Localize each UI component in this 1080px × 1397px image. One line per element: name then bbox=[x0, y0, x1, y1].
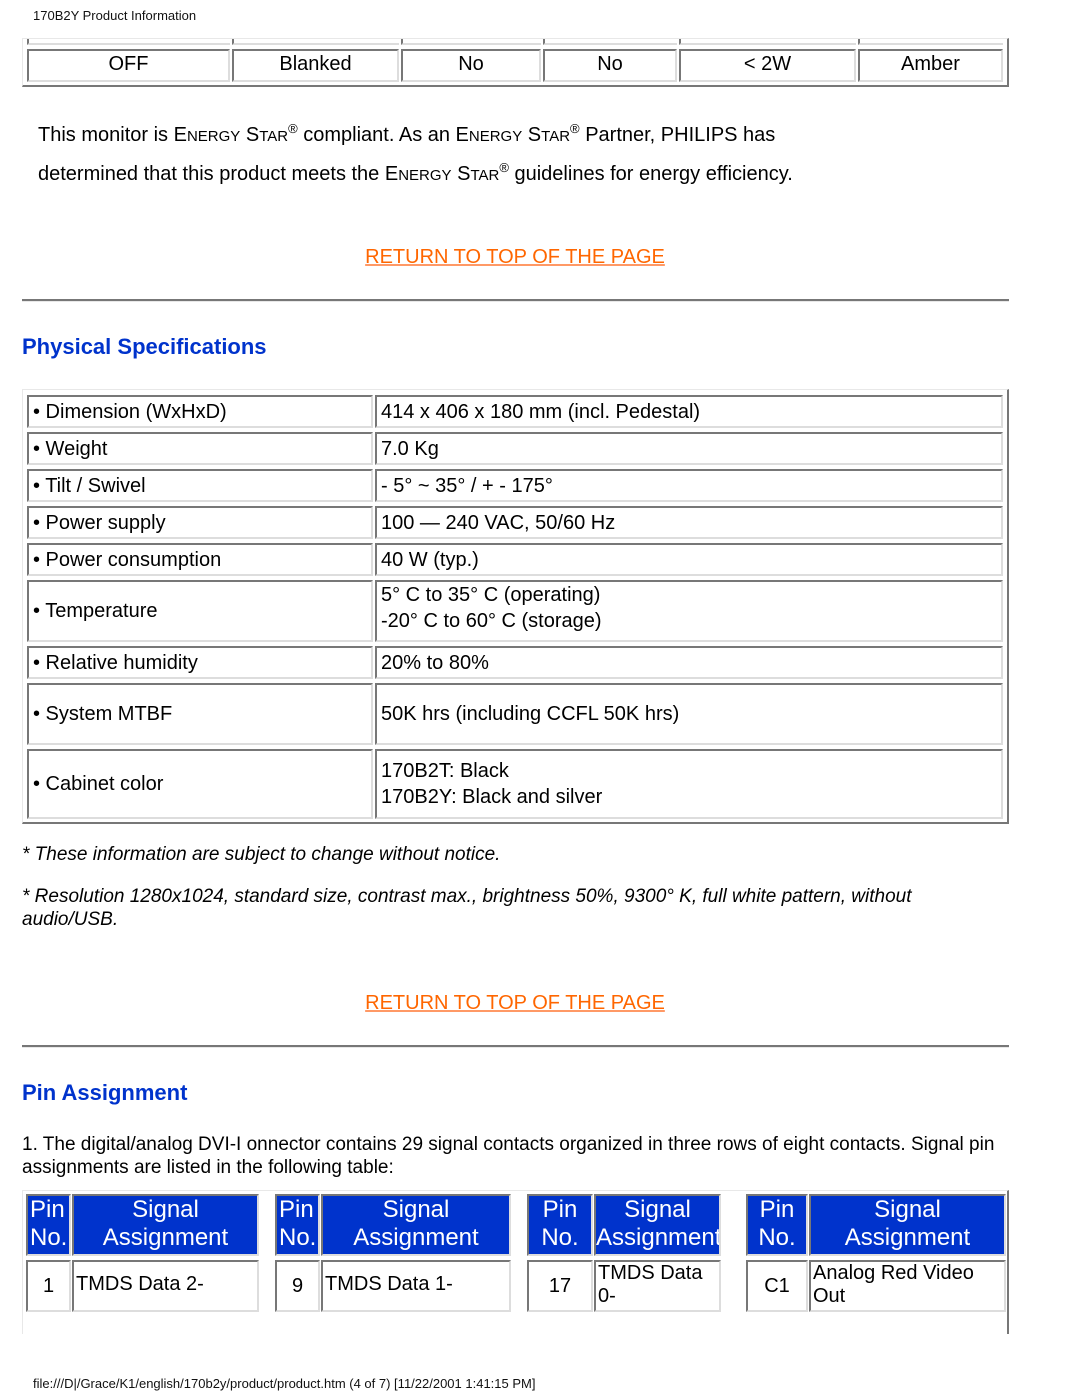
pin-number-cell: 17 bbox=[527, 1260, 593, 1312]
spec-value-text: 7.0 Kg bbox=[381, 437, 439, 460]
spec-label: • System MTBF bbox=[27, 683, 373, 745]
energy-text: has bbox=[737, 124, 776, 146]
return-to-top-link[interactable]: RETURN TO TOP OF THE PAGE bbox=[0, 246, 1030, 269]
power-cell-hsync: No bbox=[401, 49, 541, 82]
brand-text: E bbox=[384, 163, 399, 185]
page-header: 170B2Y Product Information bbox=[33, 8, 197, 23]
brand-text: E bbox=[455, 124, 469, 146]
brand-text: TAR bbox=[541, 128, 571, 145]
signal-assignment-header: Signal Assignment bbox=[72, 1194, 259, 1256]
spec-label: • Dimension (WxHxD) bbox=[27, 395, 373, 428]
spec-value: 170B2T: Black 170B2Y: Black and silver bbox=[375, 749, 1003, 819]
spec-label: • Weight bbox=[27, 432, 373, 465]
pin-no-header: Pin No. bbox=[26, 1194, 71, 1256]
pin-assignment-title: Pin Assignment bbox=[22, 1080, 188, 1105]
section-divider bbox=[22, 1045, 1009, 1048]
signal-text: 0- bbox=[598, 1285, 616, 1307]
spec-value: 20% to 80% bbox=[375, 646, 1003, 679]
spec-value: 100 — 240 VAC, 50/60 Hz bbox=[375, 506, 1003, 539]
spec-value-text: 20% to 80% bbox=[381, 651, 489, 674]
energy-star-paragraph: This monitor is ENERGY STAR® compliant. … bbox=[38, 113, 998, 191]
pin-assignment-table: Pin No. Signal Assignment 1 TMDS Data 2- P… bbox=[22, 1190, 1009, 1334]
power-cell-power: < 2W bbox=[679, 49, 856, 82]
brand-text: NERGY bbox=[468, 128, 523, 145]
energy-text: guidelines for energy efficiency. bbox=[508, 163, 793, 185]
pin-no-header: Pin No. bbox=[746, 1194, 808, 1256]
spec-value-text: 40 W (typ.) bbox=[381, 548, 479, 571]
spec-value-text: 5° C to 35° C (operating) bbox=[381, 584, 601, 606]
physical-specifications-title: Physical Specifications bbox=[22, 334, 267, 359]
spec-value: - 5° ~ 35° / + - 175° bbox=[375, 469, 1003, 502]
signal-text: TMDS Data 2- bbox=[76, 1273, 204, 1295]
signal-text: Out bbox=[813, 1285, 846, 1307]
section-divider bbox=[22, 299, 1009, 302]
energy-text: A bbox=[398, 124, 413, 146]
power-cell-mode: OFF bbox=[27, 49, 230, 82]
energy-text: P bbox=[585, 124, 599, 146]
signal-cell: TMDS Data 1- bbox=[321, 1260, 511, 1312]
brand-text: S bbox=[457, 163, 471, 185]
signal-text: TMDS Data 1- bbox=[325, 1273, 453, 1295]
physical-specifications-table: • Dimension (WxHxD) 414 x 406 x 180 mm (… bbox=[22, 389, 1009, 824]
brand-text: TAR bbox=[470, 167, 500, 184]
spec-label: • Relative humidity bbox=[27, 646, 373, 679]
registered-mark: ® bbox=[499, 160, 509, 175]
registered-mark: ® bbox=[288, 121, 298, 136]
energy-text: s an bbox=[412, 124, 456, 146]
energy-text: determined that this product meets the bbox=[38, 163, 385, 185]
signal-assignment-header: Signal Assignment bbox=[594, 1194, 721, 1256]
brand-text: NERGY bbox=[398, 167, 452, 184]
pin-number-cell: C1 bbox=[746, 1260, 808, 1312]
power-cell-video: Blanked bbox=[232, 49, 399, 82]
signal-cell: Analog Red Video Out bbox=[809, 1260, 1006, 1312]
spec-label: • Cabinet color bbox=[27, 749, 373, 819]
signal-assignment-header: Signal Assignment bbox=[809, 1194, 1006, 1256]
spec-value-text: 170B2Y: Black and silver bbox=[381, 786, 603, 808]
registered-mark: ® bbox=[570, 121, 580, 136]
spec-value: 40 W (typ.) bbox=[375, 543, 1003, 576]
energy-text: This monitor is bbox=[38, 124, 174, 146]
spec-value-text: 170B2T: Black bbox=[381, 760, 509, 782]
brand-text: NERGY bbox=[186, 128, 241, 145]
spec-value-text: 414 x 406 x 180 mm (incl. Pedestal) bbox=[381, 400, 701, 423]
power-cell-led: Amber bbox=[858, 49, 1003, 82]
spec-label: • Power supply bbox=[27, 506, 373, 539]
disclaimer-note: * These information are subject to chang… bbox=[22, 844, 501, 865]
spec-value: 50K hrs (including CCFL 50K hrs) bbox=[375, 683, 1003, 745]
power-cell-vsync: No bbox=[543, 49, 677, 82]
pin-assignment-intro: 1. The digital/analog DVI-I onnector con… bbox=[22, 1134, 995, 1178]
signal-text: TMDS Data bbox=[598, 1262, 703, 1284]
spec-value: 5° C to 35° C (operating) -20° C to 60° C… bbox=[375, 580, 1003, 642]
spec-value-text: - 5° ~ 35° / + - 175° bbox=[381, 474, 553, 497]
brand-text: S bbox=[245, 124, 260, 146]
spec-label: • Power consumption bbox=[27, 543, 373, 576]
pin-number-cell: 9 bbox=[275, 1260, 320, 1312]
spec-value: 414 x 406 x 180 mm (incl. Pedestal) bbox=[375, 395, 1003, 428]
brand-text: S bbox=[527, 124, 542, 146]
pin-number-cell: 1 bbox=[26, 1260, 71, 1312]
signal-assignment-header: Signal Assignment bbox=[321, 1194, 511, 1256]
signal-text: Analog Red Video bbox=[813, 1262, 974, 1284]
spec-label: • Temperature bbox=[27, 580, 373, 642]
signal-cell: TMDS Data 2- bbox=[72, 1260, 259, 1312]
brand-text: E bbox=[173, 124, 187, 146]
spec-label: • Tilt / Swivel bbox=[27, 469, 373, 502]
power-management-table: OFF Blanked No No < 2W Amber bbox=[22, 38, 1009, 87]
energy-text: compliant. bbox=[297, 124, 399, 146]
spec-value-text: 50K hrs (including CCFL 50K hrs) bbox=[381, 703, 680, 725]
pin-no-header: Pin No. bbox=[275, 1194, 320, 1256]
pin-no-header: Pin No. bbox=[527, 1194, 593, 1256]
return-to-top-link[interactable]: RETURN TO TOP OF THE PAGE bbox=[0, 992, 1030, 1015]
page-footer: file:///D|/Grace/K1/english/170b2y/produ… bbox=[33, 1376, 536, 1391]
brand-text: TAR bbox=[259, 128, 289, 145]
spec-value-text: 100 — 240 VAC, 50/60 Hz bbox=[381, 511, 616, 534]
spec-value-text: -20° C to 60° C (storage) bbox=[381, 610, 602, 632]
resolution-note: * Resolution 1280x1024, standard size, c… bbox=[22, 886, 912, 930]
philips-brand: PHILIPS bbox=[660, 124, 738, 146]
energy-text: artner, bbox=[598, 124, 661, 146]
signal-cell: TMDS Data 0- bbox=[594, 1260, 721, 1312]
spec-value: 7.0 Kg bbox=[375, 432, 1003, 465]
